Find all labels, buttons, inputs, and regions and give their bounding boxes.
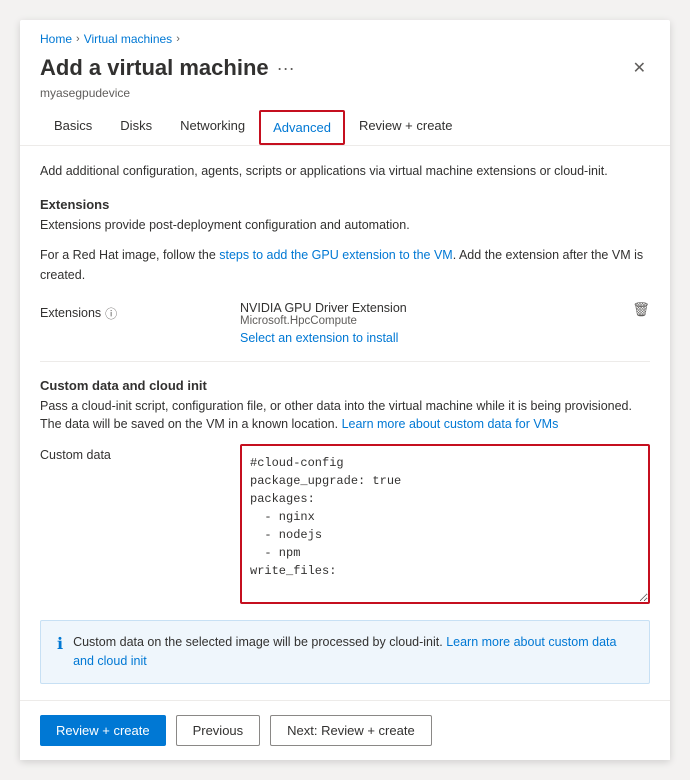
extensions-title: Extensions: [40, 197, 650, 212]
page-title: Add a virtual machine: [40, 55, 269, 81]
delete-extension-icon[interactable]: 🗑: [632, 301, 650, 318]
next-button[interactable]: Next: Review + create: [270, 715, 432, 746]
extensions-info: For a Red Hat image, follow the steps to…: [40, 245, 650, 285]
tab-networking[interactable]: Networking: [166, 108, 259, 145]
info-banner-icon: ℹ: [57, 634, 63, 654]
extensions-desc: Extensions provide post-deployment confi…: [40, 216, 650, 235]
extensions-info-before: For a Red Hat image, follow the: [40, 248, 219, 262]
extension-sub: Microsoft.HpcCompute: [240, 315, 407, 327]
learn-more-custom-data-link[interactable]: Learn more about custom data for VMs: [342, 417, 559, 431]
breadcrumb: Home › Virtual machines ›: [20, 20, 670, 50]
extensions-field-value: NVIDIA GPU Driver Extension Microsoft.Hp…: [240, 301, 650, 345]
info-banner-text: Custom data on the selected image will b…: [73, 633, 633, 671]
custom-data-label: Custom data: [40, 444, 240, 462]
breadcrumb-chevron-2: ›: [176, 33, 180, 45]
tabs-bar: Basics Disks Networking Advanced Review …: [20, 108, 670, 146]
custom-data-desc: Pass a cloud-init script, configuration …: [40, 397, 650, 435]
custom-data-section: Custom data and cloud init Pass a cloud-…: [40, 378, 650, 605]
breadcrumb-vms[interactable]: Virtual machines: [84, 32, 173, 46]
previous-button[interactable]: Previous: [176, 715, 261, 746]
select-extension-link[interactable]: Select an extension to install: [240, 331, 407, 345]
tab-review-create[interactable]: Review + create: [345, 108, 467, 145]
extensions-info-icon[interactable]: ⓘ: [105, 305, 117, 322]
custom-data-title: Custom data and cloud init: [40, 378, 650, 393]
close-icon[interactable]: ✕: [629, 54, 650, 82]
extensions-field-row: Extensions ⓘ NVIDIA GPU Driver Extension…: [40, 301, 650, 345]
breadcrumb-home[interactable]: Home: [40, 32, 72, 46]
content-description: Add additional configuration, agents, sc…: [40, 162, 650, 181]
more-options-icon[interactable]: ···: [277, 58, 295, 79]
section-divider: [40, 361, 650, 362]
extension-row: NVIDIA GPU Driver Extension Microsoft.Hp…: [240, 301, 650, 345]
tab-basics[interactable]: Basics: [40, 108, 106, 145]
tab-advanced[interactable]: Advanced: [259, 110, 345, 145]
footer: Review + create Previous Next: Review + …: [20, 700, 670, 760]
breadcrumb-chevron-1: ›: [76, 33, 80, 45]
custom-data-input[interactable]: #cloud-config package_upgrade: true pack…: [240, 444, 650, 604]
gpu-extension-link[interactable]: steps to add the GPU extension to the VM: [219, 248, 452, 262]
header: Add a virtual machine ··· ✕: [20, 50, 670, 86]
header-left: Add a virtual machine ···: [40, 55, 295, 81]
subtitle: myasegpudevice: [20, 86, 670, 108]
extension-details: NVIDIA GPU Driver Extension Microsoft.Hp…: [240, 301, 407, 345]
custom-data-row: Custom data #cloud-config package_upgrad…: [40, 444, 650, 604]
info-banner: ℹ Custom data on the selected image will…: [40, 620, 650, 684]
extensions-field-label: Extensions ⓘ: [40, 301, 240, 322]
panel: Home › Virtual machines › Add a virtual …: [20, 20, 670, 760]
content-area: Add additional configuration, agents, sc…: [20, 146, 670, 700]
extensions-section: Extensions Extensions provide post-deplo…: [40, 197, 650, 345]
extension-name: NVIDIA GPU Driver Extension: [240, 301, 407, 315]
tab-disks[interactable]: Disks: [106, 108, 166, 145]
review-create-button[interactable]: Review + create: [40, 715, 166, 746]
